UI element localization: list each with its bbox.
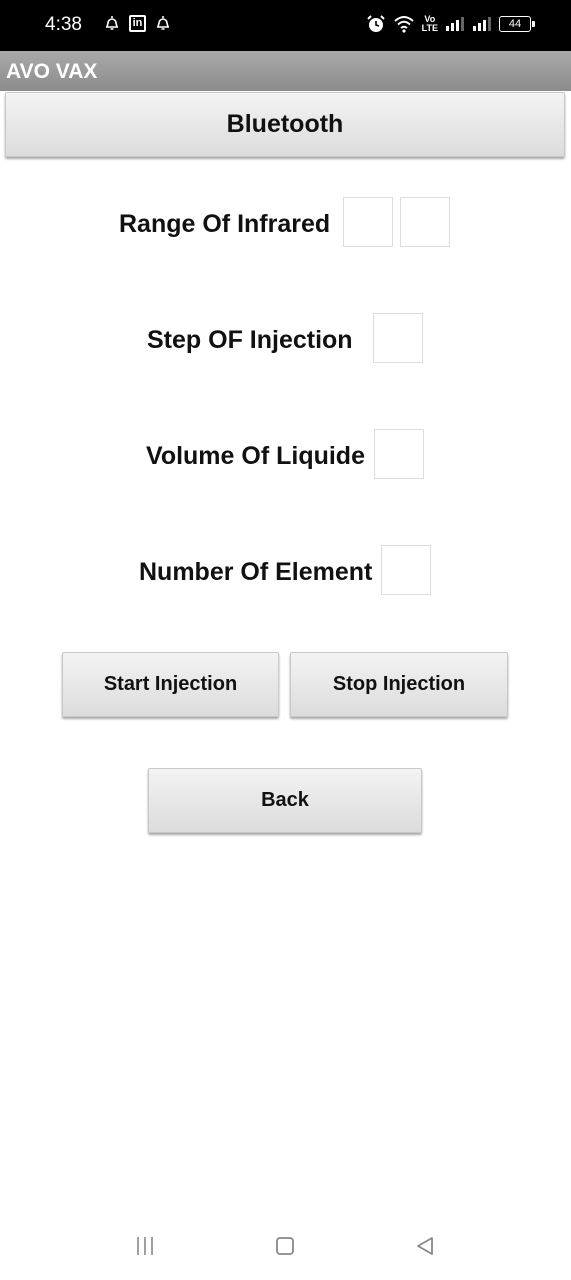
home-icon[interactable] <box>274 1235 296 1257</box>
signal-icon <box>472 16 492 32</box>
linkedin-icon: in <box>129 14 146 32</box>
battery-icon: 44 <box>499 16 535 32</box>
app-title: AVO VAX <box>6 60 98 83</box>
alarm-icon <box>366 14 386 34</box>
back-button[interactable]: Back <box>148 768 422 833</box>
number-of-element-label: Number Of Element <box>139 558 373 586</box>
range-infrared-field-2[interactable] <box>400 197 450 247</box>
menu-icon[interactable] <box>134 1235 156 1257</box>
bluetooth-button[interactable]: Bluetooth <box>5 92 565 157</box>
volte-bottom: LTE <box>421 23 438 33</box>
system-nav-bar <box>0 1210 571 1280</box>
step-of-injection-field[interactable] <box>373 313 423 363</box>
notification-bell-icon <box>154 14 172 32</box>
start-injection-button[interactable]: Start Injection <box>62 652 279 717</box>
status-right-icons: Vo LTE 44 <box>366 14 535 34</box>
status-time: 4:38 <box>45 14 82 35</box>
step-of-injection-label: Step OF Injection <box>147 326 353 354</box>
stop-injection-button[interactable]: Stop Injection <box>290 652 508 717</box>
signal-icon <box>445 16 465 32</box>
volume-of-liquide-label: Volume Of Liquide <box>146 442 365 470</box>
notification-bell-icon <box>103 14 121 32</box>
number-of-element-field[interactable] <box>381 545 431 595</box>
back-icon[interactable] <box>414 1235 436 1257</box>
title-bar: AVO VAX <box>0 51 571 91</box>
status-left-icons: in <box>103 14 172 32</box>
volte-icon: Vo LTE <box>422 15 438 33</box>
range-of-infrared-label: Range Of Infrared <box>119 210 331 238</box>
volume-of-liquide-field[interactable] <box>374 429 424 479</box>
range-infrared-field-1[interactable] <box>343 197 393 247</box>
status-bar: 4:38 in Vo LTE 44 <box>0 0 571 51</box>
wifi-icon <box>393 15 415 33</box>
